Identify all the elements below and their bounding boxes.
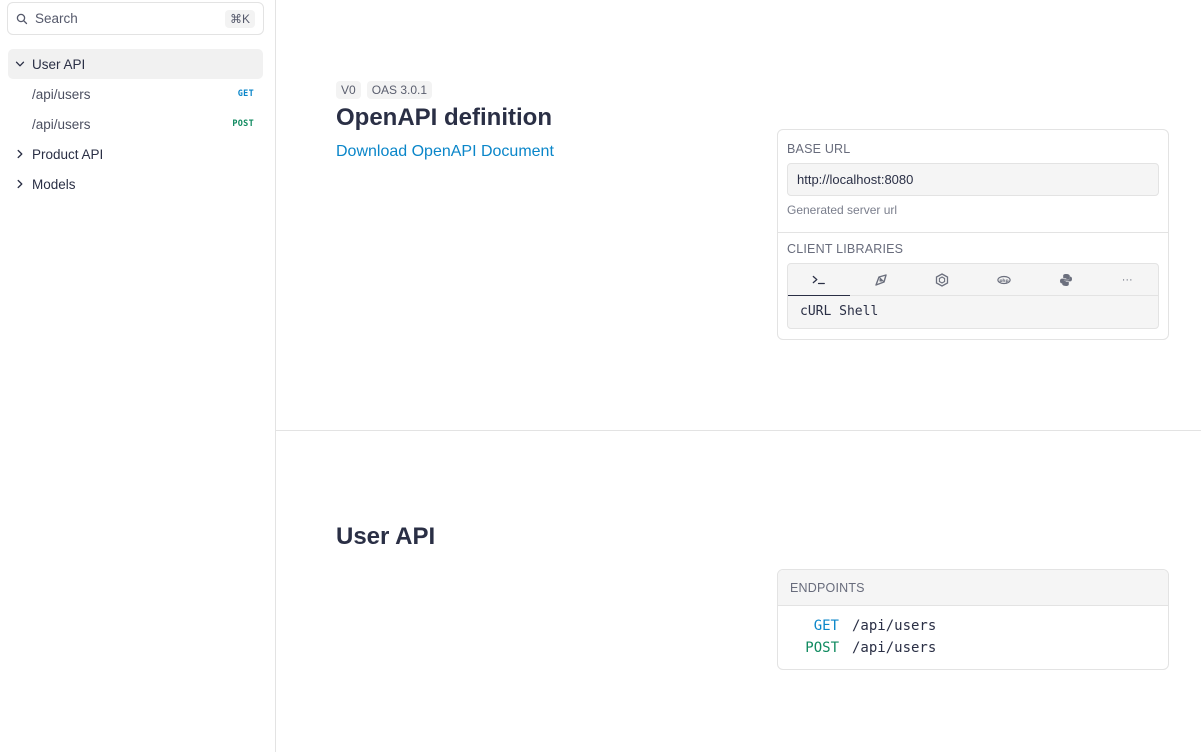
client-libraries-label: CLIENT LIBRARIES [787, 242, 904, 256]
server-card: BASE URL http://localhost:8080 Generated… [777, 129, 1169, 340]
endpoint-get-users[interactable]: GET /api/users [778, 615, 1168, 637]
endpoint-path: /api/users [852, 640, 937, 656]
terminal-icon [812, 273, 826, 287]
sidebar-item-label: Product API [32, 146, 104, 162]
sidebar-item-models[interactable]: Models [8, 169, 263, 199]
svg-text:php: php [999, 277, 1008, 283]
client-libraries-tabs: php ··· [788, 264, 1158, 296]
method-badge-get: GET [237, 89, 254, 99]
tab-more[interactable]: ··· [1096, 264, 1158, 295]
endpoint-post-users[interactable]: POST /api/users [778, 637, 1168, 659]
sidebar-item-post-users[interactable]: /api/users POST [8, 109, 263, 139]
python-icon [1059, 273, 1073, 287]
section-divider [276, 430, 1201, 431]
node-icon [874, 273, 888, 287]
search-icon [16, 13, 28, 25]
endpoint-method: GET [813, 618, 839, 634]
endpoints-label: ENDPOINTS [778, 570, 1168, 606]
section-title-user-api: User API [336, 523, 436, 550]
method-badge-post: POST [232, 119, 254, 129]
main-content: V0 OAS 3.0.1 OpenAPI definition Download… [276, 0, 1201, 752]
page-title: OpenAPI definition [336, 104, 552, 131]
endpoint-path: /api/users [852, 618, 937, 634]
sidebar-item-label: Models [32, 176, 76, 192]
sidebar-nav: User API /api/users GET /api/users POST … [8, 49, 263, 199]
php-icon: php [997, 273, 1011, 287]
client-libraries-panel: php ··· cURL Shell [787, 263, 1159, 329]
search-input[interactable]: Search ⌘K [7, 2, 264, 35]
chevron-right-icon [14, 178, 26, 190]
selected-library: cURL Shell [800, 304, 879, 319]
endpoints-card: ENDPOINTS GET /api/users POST /api/users [777, 569, 1169, 670]
chevron-right-icon [14, 148, 26, 160]
search-shortcut: ⌘K [224, 9, 255, 28]
sidebar-item-path: /api/users [32, 86, 91, 102]
version-badge: V0 [336, 81, 361, 99]
search-label: Search [35, 11, 78, 26]
endpoint-method: POST [805, 640, 839, 656]
sidebar-item-user-api[interactable]: User API [8, 49, 263, 79]
sidebar-item-path: /api/users [32, 116, 91, 132]
more-icon: ··· [1121, 273, 1133, 286]
version-badges: V0 OAS 3.0.1 [336, 81, 433, 99]
oas-version-badge: OAS 3.0.1 [366, 81, 433, 99]
tab-shell[interactable] [788, 264, 850, 296]
tab-python[interactable] [1035, 264, 1097, 295]
base-url-input[interactable]: http://localhost:8080 [787, 163, 1159, 196]
tab-hexagon[interactable] [911, 264, 973, 295]
sidebar: Search ⌘K User API /api/users GET /api/u… [0, 0, 276, 752]
base-url-label: BASE URL [787, 142, 851, 156]
card-divider [778, 232, 1168, 233]
tab-node[interactable] [850, 264, 912, 295]
sidebar-item-label: User API [32, 56, 86, 72]
download-openapi-link[interactable]: Download OpenAPI Document [336, 143, 554, 161]
base-url-hint: Generated server url [787, 203, 898, 217]
hexagon-icon [935, 272, 949, 287]
sidebar-item-product-api[interactable]: Product API [8, 139, 263, 169]
endpoints-list: GET /api/users POST /api/users [778, 606, 1168, 659]
chevron-down-icon [14, 58, 26, 70]
sidebar-item-get-users[interactable]: /api/users GET [8, 79, 263, 109]
tab-php[interactable]: php [973, 264, 1035, 295]
